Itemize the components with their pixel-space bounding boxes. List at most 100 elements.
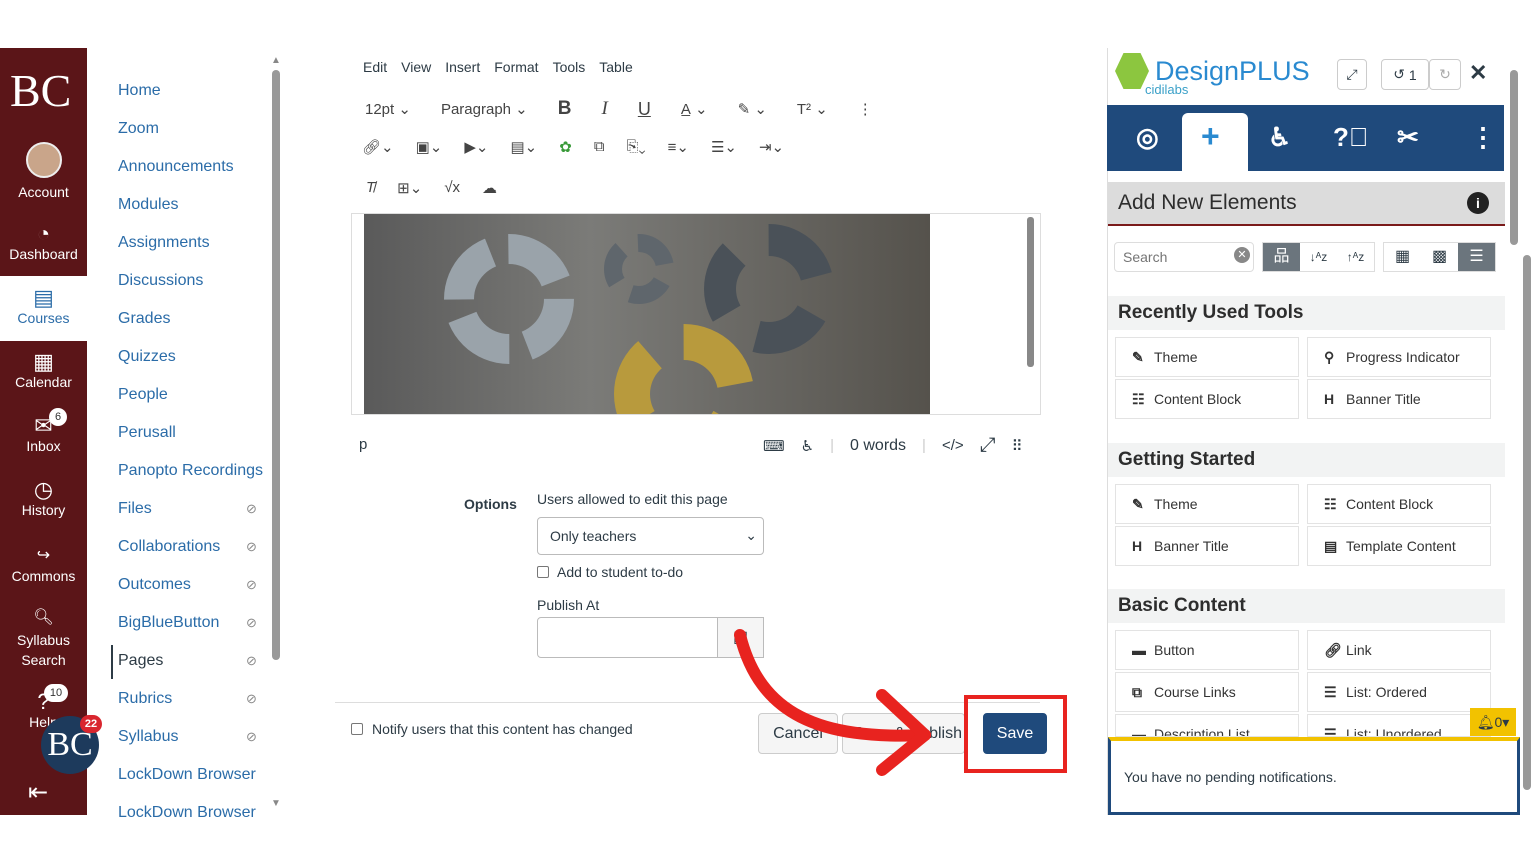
image-icon[interactable]: ▣⌄ bbox=[416, 138, 443, 156]
course-nav-item[interactable]: Syllabus bbox=[118, 728, 178, 746]
course-nav-item[interactable]: LockDown Browser bbox=[118, 766, 256, 784]
tool-item[interactable]: H Banner Title bbox=[1115, 526, 1299, 566]
course-nav-item[interactable]: Rubrics bbox=[118, 690, 172, 708]
nav-syllabus-search[interactable]: 🔍︎ Syllabus Search bbox=[0, 606, 87, 670]
editor-scrollbar[interactable] bbox=[1027, 217, 1034, 367]
keyboard-icon[interactable]: ⌨ bbox=[763, 437, 785, 455]
panel-scrollbar[interactable] bbox=[1510, 70, 1518, 245]
tool-item[interactable]: ⧉ Course Links bbox=[1115, 672, 1299, 712]
menu-insert[interactable]: Insert bbox=[445, 59, 480, 75]
list-icon[interactable]: ☰⌄ bbox=[711, 138, 737, 156]
course-nav-scrollbar[interactable] bbox=[272, 70, 280, 660]
course-nav-item[interactable]: Modules bbox=[118, 196, 178, 214]
html-editor-toggle[interactable]: </> bbox=[942, 437, 964, 454]
block-format-select[interactable]: Paragraph ⌄ bbox=[441, 100, 528, 118]
scroll-up-icon[interactable]: ▲ bbox=[271, 55, 281, 66]
target-icon[interactable]: ◎ bbox=[1136, 122, 1159, 153]
align-icon[interactable]: ≡⌄ bbox=[668, 138, 689, 156]
math-icon[interactable]: √x bbox=[444, 179, 460, 197]
todo-checkbox[interactable] bbox=[537, 566, 549, 578]
course-nav-item[interactable]: Zoom bbox=[118, 120, 159, 138]
link-icon[interactable]: 🔗︎⌄ bbox=[362, 138, 394, 156]
hierarchy-icon[interactable]: 品 bbox=[1263, 243, 1300, 271]
info-icon[interactable]: i bbox=[1467, 192, 1489, 214]
accessibility-icon[interactable]: ♿︎ bbox=[801, 437, 814, 455]
tools-icon[interactable]: ✂ bbox=[1397, 122, 1419, 153]
course-nav-item[interactable]: Pages bbox=[118, 652, 163, 670]
cloud-icon[interactable]: ☁ bbox=[482, 179, 497, 197]
fullscreen-icon[interactable]: ⤢ bbox=[980, 434, 996, 457]
word-count[interactable]: 0 words bbox=[850, 437, 906, 455]
scroll-down-icon[interactable]: ▼ bbox=[271, 798, 281, 809]
tool-item[interactable]: H Banner Title bbox=[1307, 379, 1491, 419]
font-size-select[interactable]: 12pt ⌄ bbox=[365, 100, 411, 118]
nav-commons[interactable]: ↪ Commons bbox=[0, 544, 87, 584]
italic-icon[interactable]: I bbox=[602, 98, 608, 120]
help-icon[interactable]: ?⃝ bbox=[1333, 122, 1368, 153]
notification-bell-button[interactable]: 🔔︎0▾ bbox=[1470, 708, 1516, 736]
indent-icon[interactable]: ⇥⌄ bbox=[759, 138, 784, 156]
nav-calendar[interactable]: ▦ Calendar bbox=[0, 350, 87, 391]
more-icon[interactable]: ⋮ bbox=[858, 100, 873, 118]
course-nav-item[interactable]: Perusall bbox=[118, 424, 176, 442]
tool-item[interactable]: ▤ Template Content bbox=[1307, 526, 1491, 566]
tool-search-input[interactable] bbox=[1114, 242, 1254, 272]
redo-icon[interactable]: ↻ bbox=[1429, 59, 1461, 90]
tool-item[interactable]: ☰ List: Ordered bbox=[1307, 672, 1491, 712]
clear-search-icon[interactable]: ✕ bbox=[1234, 247, 1250, 263]
tool-item[interactable]: ☷ Content Block bbox=[1307, 484, 1491, 524]
gears-image[interactable] bbox=[364, 214, 930, 414]
course-nav-item[interactable]: People bbox=[118, 386, 168, 404]
small-grid-icon[interactable]: ▩ bbox=[1421, 243, 1458, 271]
nav-history[interactable]: ◷ History bbox=[0, 478, 87, 519]
tool-item[interactable]: ✎ Theme bbox=[1115, 484, 1299, 524]
clear-format-icon[interactable]: T̸ bbox=[366, 179, 375, 197]
undo-button[interactable]: ↺ 1 bbox=[1381, 59, 1429, 90]
menu-tools[interactable]: Tools bbox=[553, 59, 586, 75]
course-nav-item[interactable]: Quizzes bbox=[118, 348, 176, 366]
plus-icon[interactable]: + bbox=[1201, 118, 1220, 155]
tool-item[interactable]: ⚲ Progress Indicator bbox=[1307, 337, 1491, 377]
course-nav-item[interactable]: Announcements bbox=[118, 158, 234, 176]
course-nav-item[interactable]: Grades bbox=[118, 310, 170, 328]
bc-logo[interactable]: BC bbox=[10, 64, 71, 117]
media-icon[interactable]: ▶⌄ bbox=[464, 138, 488, 156]
nav-account[interactable]: Account bbox=[0, 142, 87, 200]
nav-inbox[interactable]: ✉ Inbox bbox=[0, 414, 87, 455]
course-nav-item[interactable]: Collaborations bbox=[118, 538, 220, 556]
menu-view[interactable]: View bbox=[401, 59, 431, 75]
menu-edit[interactable]: Edit bbox=[363, 59, 387, 75]
menu-table[interactable]: Table bbox=[599, 59, 632, 75]
more-vertical-icon[interactable]: ⋮ bbox=[1470, 122, 1496, 153]
course-nav-item[interactable]: Assignments bbox=[118, 234, 210, 252]
course-nav-item[interactable]: BigBlueButton bbox=[118, 614, 219, 632]
course-nav-item[interactable]: LockDown Browser bbox=[118, 804, 256, 822]
large-grid-icon[interactable]: ▦ bbox=[1384, 243, 1421, 271]
course-nav-item[interactable]: Panopto Recordings bbox=[118, 462, 263, 480]
text-color-icon[interactable]: A̲ ⌄ bbox=[681, 100, 708, 118]
nav-courses[interactable]: ▤ Courses bbox=[0, 286, 87, 327]
course-nav-item[interactable]: Outcomes bbox=[118, 576, 191, 594]
superscript-icon[interactable]: T² ⌄ bbox=[797, 100, 828, 118]
sort-az-icon[interactable]: ↓ᴬz bbox=[1300, 243, 1337, 271]
highlight-icon[interactable]: ✎ ⌄ bbox=[738, 100, 767, 118]
tool-item[interactable]: ✎ Theme bbox=[1115, 337, 1299, 377]
table-icon[interactable]: ⊞⌄ bbox=[397, 179, 422, 197]
tool-item[interactable]: ☰ List: Unordered bbox=[1307, 714, 1491, 737]
course-nav-item[interactable]: Discussions bbox=[118, 272, 203, 290]
resize-handle-icon[interactable]: ⠿ bbox=[1012, 437, 1023, 455]
edit-permission-select[interactable]: Only teachers ⌄ bbox=[537, 517, 764, 555]
notify-checkbox[interactable] bbox=[351, 723, 363, 735]
course-nav-item[interactable]: Files bbox=[118, 500, 152, 518]
publish-at-input[interactable] bbox=[537, 617, 718, 658]
tool-item[interactable]: ▬ Description List bbox=[1115, 714, 1299, 737]
document-icon[interactable]: ▤⌄ bbox=[510, 138, 537, 156]
tool-item[interactable]: 🔗︎ Link bbox=[1307, 630, 1491, 670]
bold-icon[interactable]: B bbox=[558, 98, 572, 120]
course-nav-item[interactable]: Home bbox=[118, 82, 161, 100]
crop-icon[interactable]: ⧉ bbox=[594, 138, 605, 156]
sort-za-icon[interactable]: ↑ᴬz bbox=[1337, 243, 1374, 271]
collapse-nav-icon[interactable]: ⇤ bbox=[28, 778, 48, 807]
list-view-icon[interactable]: ☰ bbox=[1458, 243, 1495, 271]
tool-item[interactable]: ☷ Content Block bbox=[1115, 379, 1299, 419]
